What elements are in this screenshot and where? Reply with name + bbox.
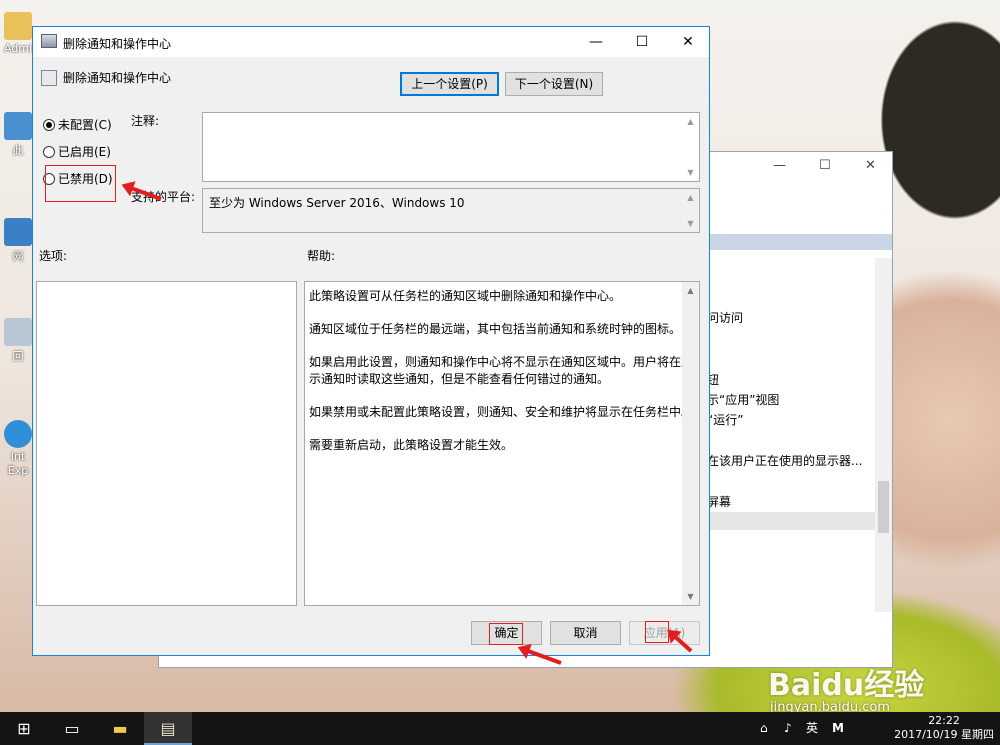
- maximize-icon[interactable]: ☐: [819, 158, 831, 173]
- help-text-line: 需要重新启动，此策略设置才能生效。: [309, 438, 514, 452]
- help-text-line: 如果启用此设置，则通知和操作中心将不显示在通知区域中。用户将在显: [309, 355, 694, 369]
- dialog-titlebar[interactable]: 删除通知和操作中心 — ☐ ✕: [33, 27, 709, 57]
- internet-explorer-icon: [4, 420, 32, 448]
- desktop-icon-label: 此: [12, 144, 24, 157]
- network-icon: [4, 218, 32, 246]
- minimize-button[interactable]: —: [573, 27, 619, 57]
- policy-editor-icon: [41, 34, 57, 48]
- next-setting-button[interactable]: 下一个设置(N): [505, 72, 603, 96]
- setting-name: 删除通知和操作中心: [63, 71, 172, 85]
- computer-icon: [4, 112, 32, 140]
- taskbar: ⊞ ▭ ▬ ▤ ⌂ ♪ 英 M 22:22 2017/10/19 星期四: [0, 712, 1000, 745]
- radio-label: 未配置(C): [58, 118, 112, 132]
- radio-not-configured[interactable]: 未配置(C): [43, 116, 112, 133]
- radio-label: 已启用(E): [58, 145, 111, 159]
- options-label: 选项:: [39, 249, 68, 263]
- folder-icon: [4, 12, 32, 40]
- radio-enabled[interactable]: 已启用(E): [43, 143, 111, 160]
- comment-label: 注释:: [131, 114, 160, 128]
- scrollbar-thumb[interactable]: [878, 481, 889, 533]
- list-item[interactable]: 屏幕: [707, 493, 731, 510]
- selected-row[interactable]: [699, 512, 877, 530]
- folder-icon: ▬: [112, 719, 128, 738]
- help-scrollbar[interactable]: ▲ ▼: [682, 282, 699, 605]
- scroll-up-icon[interactable]: ▲: [682, 286, 699, 295]
- document-icon: ▤: [160, 719, 176, 738]
- dialog-title: 删除通知和操作中心: [63, 37, 172, 51]
- scroll-down-icon[interactable]: ▼: [682, 592, 699, 601]
- close-icon[interactable]: ✕: [865, 158, 876, 173]
- clock-time: 22:22: [928, 714, 960, 727]
- help-panel[interactable]: 此策略设置可从任务栏的通知区域中删除通知和操作中心。 通知区域位于任务栏的最远端…: [304, 281, 700, 606]
- scroll-up-icon[interactable]: ▲: [682, 117, 699, 126]
- help-label: 帮助:: [307, 249, 336, 263]
- close-button[interactable]: ✕: [665, 27, 711, 57]
- ime-language[interactable]: 英: [806, 712, 818, 745]
- network-tray-icon[interactable]: ⌂: [760, 712, 768, 745]
- scroll-down-icon[interactable]: ▼: [682, 219, 699, 228]
- list-item[interactable]: 问访问: [707, 309, 743, 326]
- help-text-line: 此策略设置可从任务栏的通知区域中删除通知和操作中心。: [309, 289, 622, 303]
- maximize-button[interactable]: ☐: [619, 27, 665, 57]
- desktop-icon-label: 网: [12, 250, 24, 263]
- desktop-icon-recycle-bin[interactable]: 回: [0, 318, 36, 364]
- windows-logo-icon: ⊞: [17, 719, 31, 738]
- list-item[interactable]: 示“应用”视图: [707, 391, 779, 408]
- help-text-line: 如果禁用或未配置此策略设置，则通知、安全和维护将显示在任务栏中。: [309, 405, 694, 419]
- desktop-icon-label: Admi: [3, 42, 33, 55]
- desktop-icon-admin[interactable]: Admi: [0, 12, 36, 55]
- taskbar-policy-editor[interactable]: ▤: [144, 712, 192, 745]
- platforms-scrollbar[interactable]: ▲ ▼: [682, 189, 699, 232]
- ime-mode[interactable]: M: [832, 712, 844, 745]
- cancel-button[interactable]: 取消: [550, 621, 621, 645]
- clock-date: 2017/10/19 星期四: [894, 728, 994, 741]
- scroll-up-icon[interactable]: ▲: [682, 193, 699, 202]
- list-item[interactable]: 在该用户正在使用的显示器...: [707, 452, 862, 469]
- radio-dot[interactable]: [43, 119, 55, 131]
- radio-dot[interactable]: [43, 146, 55, 158]
- start-button[interactable]: ⊞: [0, 712, 48, 745]
- clock[interactable]: 22:22 2017/10/19 星期四: [894, 714, 994, 742]
- desktop-icon-label: 回: [12, 350, 24, 363]
- comment-textarea[interactable]: ▲ ▼: [202, 112, 700, 182]
- annotation-box-disabled: [45, 165, 116, 202]
- supported-platforms-value: 至少为 Windows Server 2016、Windows 10: [209, 196, 465, 210]
- previous-setting-button[interactable]: 上一个设置(P): [400, 72, 499, 96]
- desktop-icon-this-pc[interactable]: 此: [0, 112, 36, 158]
- policy-dialog[interactable]: 删除通知和操作中心 — ☐ ✕ 删除通知和操作中心 上一个设置(P) 下一个设置…: [32, 26, 710, 665]
- comment-scrollbar[interactable]: ▲ ▼: [682, 113, 699, 181]
- task-view-button[interactable]: ▭: [48, 712, 96, 745]
- help-text-line: 示通知时读取这些通知，但是不能查看任何错过的通知。: [309, 372, 610, 386]
- list-item[interactable]: “运行”: [707, 411, 743, 428]
- setting-icon: [41, 70, 57, 86]
- taskbar-file-explorer[interactable]: ▬: [96, 712, 144, 745]
- task-view-icon: ▭: [64, 719, 80, 738]
- desktop-icon-ie[interactable]: Int Exp: [0, 420, 36, 478]
- help-text-line: 通知区域位于任务栏的最远端，其中包括当前通知和系统时钟的图标。: [309, 322, 682, 336]
- background-window-scrollbar[interactable]: [875, 258, 892, 612]
- annotation-box-ok: [489, 623, 523, 645]
- desktop-icon-network[interactable]: 网: [0, 218, 36, 264]
- volume-tray-icon[interactable]: ♪: [784, 712, 792, 745]
- baidu-watermark: Baidu经验: [768, 668, 925, 703]
- desktop-icon-label: Int Exp: [7, 450, 29, 477]
- supported-platforms-field: 至少为 Windows Server 2016、Windows 10 ▲ ▼: [202, 188, 700, 233]
- scroll-down-icon[interactable]: ▼: [682, 168, 699, 177]
- minimize-icon[interactable]: —: [773, 158, 786, 173]
- options-panel[interactable]: [36, 281, 297, 606]
- recycle-bin-icon: [4, 318, 32, 346]
